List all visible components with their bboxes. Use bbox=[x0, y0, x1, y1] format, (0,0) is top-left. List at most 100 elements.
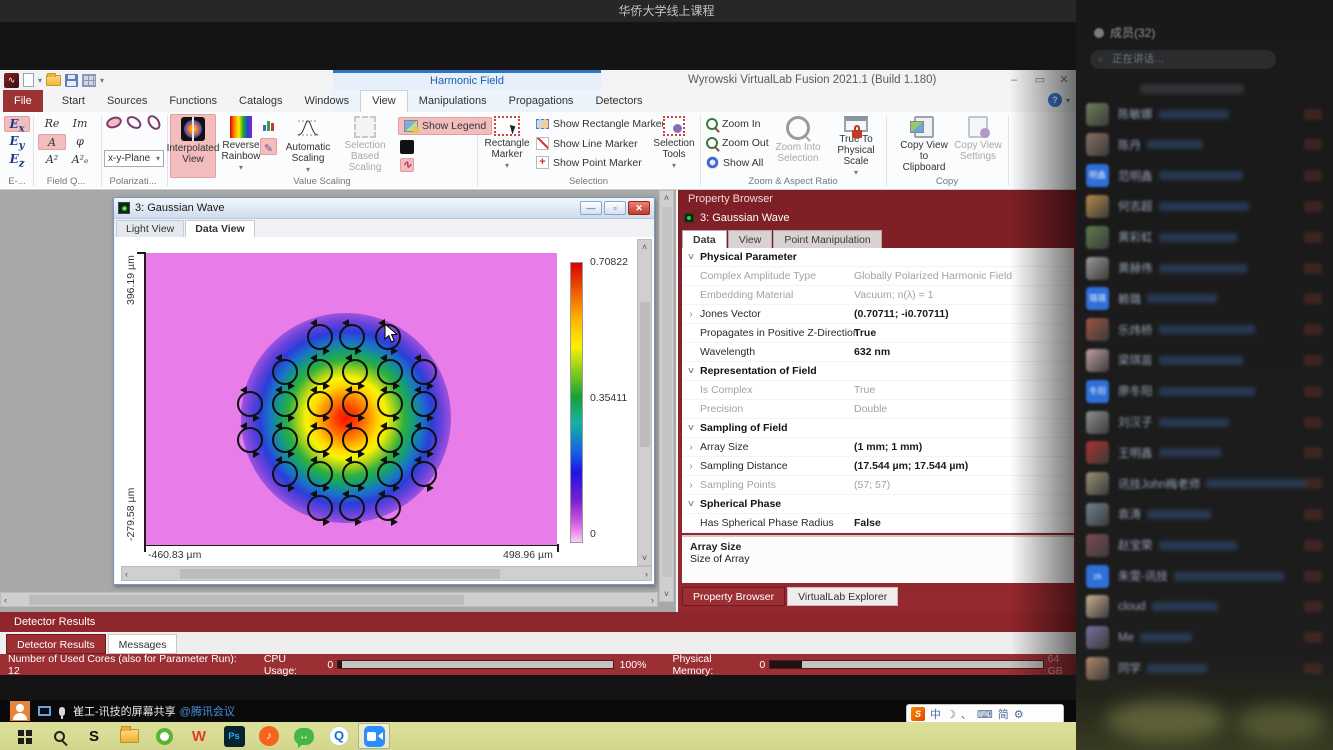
show-all-button[interactable]: Show All bbox=[706, 156, 763, 169]
squiggle-colormap-icon[interactable]: ∿ bbox=[400, 158, 414, 172]
scroll-down-icon[interactable]: ˅ bbox=[660, 589, 673, 599]
notification-app-link[interactable]: @腾讯会议 bbox=[180, 703, 235, 719]
energy-density-button[interactable]: A²ₑ bbox=[66, 152, 94, 168]
participant-row[interactable]: 梁琪苗 bbox=[1086, 346, 1326, 374]
ime-halfwidth-icon[interactable]: ☽ bbox=[946, 708, 956, 721]
copy-view-to-clipboard-button[interactable]: Copy View to Clipboard bbox=[898, 114, 950, 178]
participant-row[interactable]: 刘汉子 bbox=[1086, 408, 1326, 436]
doc-minimize-button[interactable]: — bbox=[580, 201, 602, 215]
tab-functions[interactable]: Functions bbox=[158, 90, 228, 112]
polarization-ellipse3-icon[interactable] bbox=[145, 113, 163, 132]
speaking-status-box[interactable]: 正在讲话… bbox=[1090, 50, 1276, 69]
mdi-horizontal-scrollbar[interactable]: ‹ › bbox=[0, 592, 658, 607]
ime-keyboard-icon[interactable]: ⌨ bbox=[977, 708, 993, 721]
scroll-left-icon[interactable]: ‹ bbox=[4, 595, 7, 605]
ime-settings-icon[interactable]: ⚙ bbox=[1014, 708, 1024, 721]
tab-view[interactable]: View bbox=[728, 230, 773, 248]
new-dropdown-caret-icon[interactable]: ▾ bbox=[38, 73, 42, 88]
tab-manipulations[interactable]: Manipulations bbox=[408, 90, 498, 112]
taskbar-tencent-meeting-icon[interactable] bbox=[358, 723, 390, 749]
participant-row[interactable]: 璐璐赖璐 bbox=[1086, 285, 1326, 313]
taskbar-wechat-icon[interactable]: ‥ bbox=[288, 723, 320, 749]
participant-row[interactable]: 黄赫伟 bbox=[1086, 254, 1326, 282]
selection-tools-button[interactable]: Selection Tools▾ bbox=[650, 114, 698, 178]
show-point-marker-button[interactable]: + Show Point Marker bbox=[536, 156, 642, 169]
interpolated-view-button[interactable]: Interpolated View bbox=[170, 114, 216, 178]
participant-row[interactable]: 袁涛 bbox=[1086, 500, 1326, 528]
detector-results-header[interactable]: Detector Results bbox=[0, 612, 1076, 632]
ime-simplified-icon[interactable]: 简 bbox=[998, 706, 1009, 722]
tab-view[interactable]: View bbox=[360, 90, 408, 112]
tab-windows[interactable]: Windows bbox=[293, 90, 360, 112]
document-vertical-scrollbar[interactable]: ˄ ˅ bbox=[637, 239, 652, 566]
squared-amplitude-button[interactable]: A² bbox=[38, 152, 66, 168]
real-part-button[interactable]: Re bbox=[38, 116, 66, 132]
open-icon[interactable] bbox=[46, 75, 61, 86]
doc-restore-button[interactable]: ▫ bbox=[604, 201, 626, 215]
show-legend-toggle[interactable]: Show Legend bbox=[398, 117, 492, 135]
expand-icon[interactable]: › bbox=[682, 442, 700, 453]
tab-virtuallab-explorer[interactable]: VirtualLab Explorer bbox=[787, 587, 898, 606]
tab-detectors[interactable]: Detectors bbox=[584, 90, 653, 112]
show-rectangle-marker-button[interactable]: Show Rectangle Marker bbox=[536, 118, 665, 130]
tab-data[interactable]: Data bbox=[682, 230, 727, 248]
tab-point-manipulation[interactable]: Point Manipulation bbox=[773, 230, 881, 248]
polarization-plane-dropdown[interactable]: x-y-Plane▾ bbox=[104, 150, 164, 167]
taskbar-photoshop-icon[interactable]: Ps bbox=[218, 723, 250, 749]
scroll-right-icon[interactable]: › bbox=[651, 595, 654, 605]
app-logo-icon[interactable]: ∿ bbox=[4, 73, 19, 88]
collapse-icon[interactable]: ˅ bbox=[682, 252, 700, 263]
save-icon[interactable] bbox=[65, 74, 78, 87]
participant-row[interactable]: 明鑫范明鑫 bbox=[1086, 162, 1326, 190]
collapse-icon[interactable]: ˅ bbox=[682, 499, 700, 510]
participant-row[interactable]: 王明鑫 bbox=[1086, 439, 1326, 467]
participant-row[interactable]: 同学 bbox=[1086, 654, 1326, 682]
ime-logo-icon[interactable]: S bbox=[911, 707, 925, 721]
toolbar-options-caret-icon[interactable]: ▾ bbox=[100, 73, 104, 88]
calculator-icon[interactable] bbox=[82, 74, 96, 87]
automatic-scaling-button[interactable]: Automatic Scaling▾ bbox=[282, 114, 334, 178]
show-line-marker-button[interactable]: Show Line Marker bbox=[536, 137, 638, 150]
participant-row[interactable]: 何志超 bbox=[1086, 192, 1326, 220]
expand-icon[interactable]: › bbox=[682, 309, 700, 320]
document-title-bar[interactable]: 3: Gaussian Wave — ▫ ✕ bbox=[114, 198, 654, 219]
collapse-icon[interactable]: ˅ bbox=[682, 366, 700, 377]
mdi-vertical-scrollbar[interactable]: ˄ ˅ bbox=[659, 190, 674, 602]
participant-row[interactable]: 黄彩虹 bbox=[1086, 223, 1326, 251]
rectangle-marker-button[interactable]: Rectangle Marker▾ bbox=[482, 114, 532, 178]
tab-propagations[interactable]: Propagations bbox=[498, 90, 585, 112]
participant-row[interactable]: zk朱雯-讯技 bbox=[1086, 562, 1326, 590]
invert-colormap-icon[interactable] bbox=[400, 140, 414, 154]
polarization-ellipse-icon[interactable] bbox=[105, 115, 124, 131]
participant-row[interactable]: cloud bbox=[1086, 593, 1326, 621]
copy-view-settings-button[interactable]: Copy View Settings bbox=[952, 114, 1004, 178]
reverse-rainbow-button[interactable]: Reverse Rainbow▾ bbox=[218, 114, 264, 178]
zoom-out-button[interactable]: Zoom Out bbox=[706, 137, 769, 149]
taskbar-wps-office-icon[interactable]: W bbox=[183, 723, 215, 749]
expand-icon[interactable]: › bbox=[682, 461, 700, 472]
document-horizontal-scrollbar[interactable]: ‹ › bbox=[121, 566, 652, 581]
scaling-brush-icon[interactable]: ✎ bbox=[260, 138, 277, 155]
imaginary-part-button[interactable]: Im bbox=[66, 116, 94, 132]
taskbar-browser-360-icon[interactable] bbox=[148, 723, 180, 749]
tab-data-view[interactable]: Data View bbox=[185, 220, 254, 237]
phase-button[interactable]: φ bbox=[66, 134, 94, 150]
zoom-in-button[interactable]: Zoom In bbox=[706, 118, 761, 130]
scroll-up-icon[interactable]: ˄ bbox=[660, 193, 673, 203]
taskbar-app-s-icon[interactable]: S bbox=[78, 723, 110, 749]
tab-start[interactable]: Start bbox=[51, 90, 96, 112]
tab-property-browser[interactable]: Property Browser bbox=[682, 587, 785, 606]
true-to-physical-scale-button[interactable]: True To Physical Scale▾ bbox=[828, 114, 884, 178]
polarization-ellipse2-icon[interactable] bbox=[124, 113, 143, 131]
taskbar-qq-browser-icon[interactable]: Q bbox=[323, 723, 355, 749]
taskbar-music-player-icon[interactable]: ♪ bbox=[253, 723, 285, 749]
participant-row[interactable]: Me bbox=[1086, 624, 1326, 652]
participant-row[interactable]: 讯技John梅老师 bbox=[1086, 470, 1326, 498]
expand-icon[interactable]: › bbox=[682, 480, 700, 491]
tab-file[interactable]: File bbox=[3, 90, 43, 112]
collapse-icon[interactable]: ˅ bbox=[682, 423, 700, 434]
participant-row[interactable]: 陈丹 bbox=[1086, 131, 1326, 159]
doc-close-button[interactable]: ✕ bbox=[628, 201, 650, 215]
tab-sources[interactable]: Sources bbox=[96, 90, 158, 112]
selection-based-scaling-button[interactable]: Selection Based Scaling bbox=[336, 114, 394, 178]
